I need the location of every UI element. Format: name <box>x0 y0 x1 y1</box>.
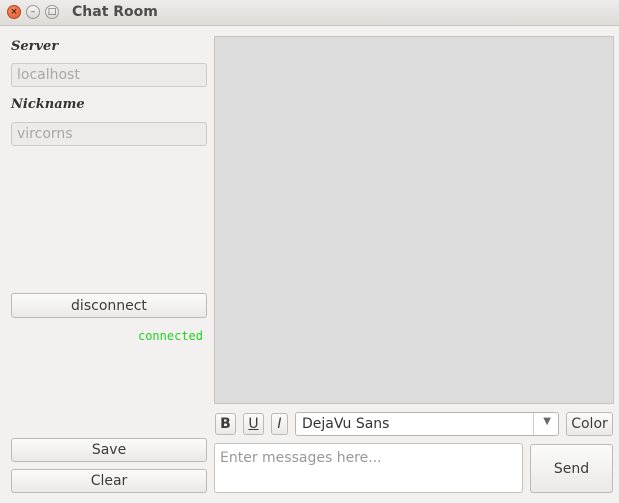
color-button[interactable]: Color <box>566 412 613 436</box>
chat-display[interactable] <box>214 36 614 404</box>
server-label: Server <box>11 39 59 54</box>
save-button[interactable]: Save <box>11 438 207 462</box>
chevron-down-icon[interactable]: ▼ <box>543 416 551 427</box>
nickname-field[interactable]: vircorns <box>11 122 207 146</box>
bold-button[interactable]: B <box>215 413 236 435</box>
minimize-icon[interactable]: – <box>26 5 40 19</box>
font-dropdown-value: DejaVu Sans <box>302 416 390 432</box>
maximize-icon[interactable]: □ <box>45 5 59 19</box>
status-text: connected <box>137 329 203 343</box>
server-field[interactable]: localhost <box>11 63 207 87</box>
send-button[interactable]: Send <box>530 444 613 493</box>
window-title: Chat Room <box>72 4 158 20</box>
title-bar: × – □ Chat Room <box>0 0 619 26</box>
underline-button[interactable]: U <box>243 413 264 435</box>
dropdown-divider <box>533 413 534 435</box>
close-icon[interactable]: × <box>7 5 21 19</box>
italic-button[interactable]: I <box>271 413 288 435</box>
font-dropdown[interactable]: DejaVu Sans ▼ <box>295 412 559 436</box>
clear-button[interactable]: Clear <box>11 469 207 493</box>
message-input[interactable]: Enter messages here... <box>214 443 523 493</box>
disconnect-button[interactable]: disconnect <box>11 293 207 318</box>
nickname-label: Nickname <box>11 97 85 112</box>
